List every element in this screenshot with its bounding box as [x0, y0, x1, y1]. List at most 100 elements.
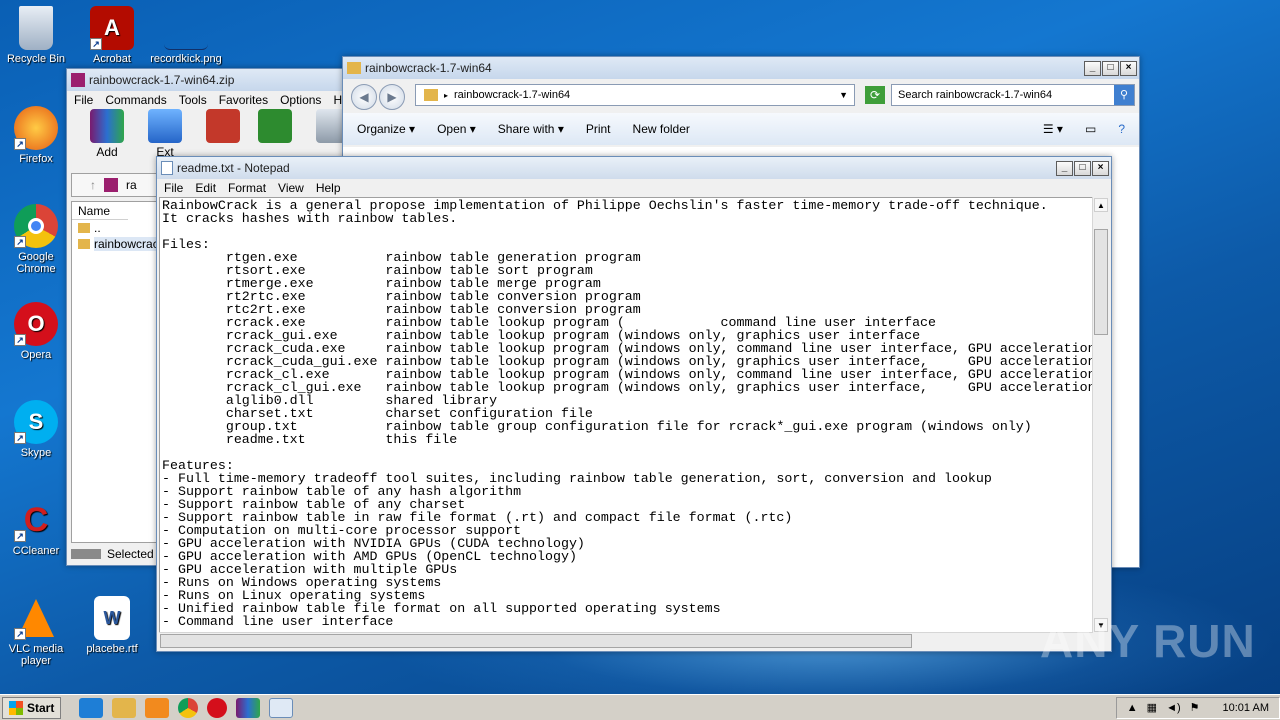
file-explorer-icon[interactable]: [112, 697, 137, 718]
winrar-view-button[interactable]: [253, 109, 297, 145]
command-bar: Organize ▾ Open ▾ Share with ▾ Print New…: [343, 113, 1139, 145]
notepad-titlebar[interactable]: readme.txt - Notepad _ □ ×: [157, 157, 1111, 179]
desktop-icon-recycle-bin[interactable]: Recycle Bin: [0, 6, 72, 65]
organize-button[interactable]: Organize ▾: [357, 122, 415, 136]
chevron-down-icon[interactable]: ▼: [839, 90, 848, 100]
preview-pane-icon[interactable]: ▭: [1085, 122, 1096, 136]
winrar-menu-file[interactable]: File: [69, 93, 98, 107]
archive-add-icon: [90, 109, 124, 143]
winrar-test-button[interactable]: [201, 109, 245, 145]
horizontal-scroll-thumb[interactable]: [160, 634, 912, 648]
address-bar[interactable]: ▸ rainbowcrack-1.7-win64 ▼: [415, 84, 855, 106]
search-icon[interactable]: ⚲: [1114, 85, 1134, 105]
desktop-icon-chrome[interactable]: ↗ Google Chrome: [0, 204, 72, 275]
search-input[interactable]: Search rainbowcrack-1.7-win64 ⚲: [891, 84, 1135, 106]
explorer-titlebar[interactable]: rainbowcrack-1.7-win64 _ □ ×: [343, 57, 1139, 79]
show-hidden-icons-icon[interactable]: ▲: [1127, 702, 1138, 714]
image-file-icon: [164, 6, 208, 50]
close-button[interactable]: ×: [1120, 60, 1137, 76]
winrar-menu-commands[interactable]: Commands: [100, 93, 171, 107]
chrome-icon: ↗: [14, 204, 58, 248]
winrar-extract-button[interactable]: Ext: [143, 109, 187, 159]
recycle-bin-icon: [19, 6, 53, 50]
vertical-scroll-thumb[interactable]: [1094, 229, 1108, 335]
winrar-add-button[interactable]: Add: [85, 109, 129, 159]
winrar-menu-options[interactable]: Options: [275, 93, 326, 107]
folder-icon: [78, 223, 90, 233]
winrar-menu-tools[interactable]: Tools: [174, 93, 212, 107]
maximize-button[interactable]: □: [1102, 60, 1119, 76]
system-tray: ▲ ▦ ◄) ⚑ 10:01 AM: [1115, 696, 1280, 719]
notepad-menu-edit[interactable]: Edit: [190, 181, 221, 195]
readme-text: RainbowCrack is a general propose implem…: [162, 198, 1093, 629]
network-icon[interactable]: ▦: [1147, 701, 1157, 714]
view-options-icon[interactable]: ☰ ▾: [1043, 122, 1063, 136]
notepad-menu-view[interactable]: View: [273, 181, 309, 195]
clipboard-test-icon: [206, 109, 240, 143]
notepad-menu-format[interactable]: Format: [223, 181, 271, 195]
share-with-button[interactable]: Share with ▾: [498, 122, 564, 136]
internet-explorer-icon[interactable]: [79, 697, 104, 718]
folder-title-icon: [347, 62, 361, 74]
winrar-menu-favorites[interactable]: Favorites: [214, 93, 273, 107]
winrar-titlebar[interactable]: rainbowcrack-1.7-win64.zip: [67, 69, 365, 91]
notepad-taskbar-icon[interactable]: [269, 697, 294, 718]
notepad-window[interactable]: readme.txt - Notepad _ □ × File Edit For…: [156, 156, 1112, 652]
archive-small-icon: [104, 178, 118, 192]
firefox-icon: ↗: [14, 106, 58, 150]
desktop-icon-skype[interactable]: S ↗ Skype: [0, 400, 72, 459]
chrome-taskbar-icon[interactable]: [178, 697, 199, 718]
print-button[interactable]: Print: [586, 122, 611, 136]
winrar-taskbar-icon[interactable]: [236, 697, 261, 718]
notepad-text-area[interactable]: RainbowCrack is a general propose implem…: [159, 197, 1093, 633]
column-header-name[interactable]: Name: [72, 202, 128, 220]
acrobat-icon: A ↗: [90, 6, 134, 50]
windows-logo-icon: [9, 700, 23, 715]
drive-icon: [71, 549, 101, 559]
winrar-menubar: File Commands Tools Favorites Options He…: [67, 91, 365, 109]
opera-taskbar-icon[interactable]: [207, 697, 228, 718]
horizontal-scrollbar[interactable]: [159, 632, 1093, 649]
desktop-icon-placebe[interactable]: W placebe.rtf: [76, 596, 148, 655]
folder-icon: [424, 89, 438, 101]
up-arrow-icon[interactable]: ↑: [90, 178, 96, 192]
scroll-up-icon[interactable]: ▲: [1094, 198, 1108, 212]
notepad-menubar: File Edit Format View Help: [157, 179, 1111, 197]
folder-icon: [78, 239, 90, 249]
ccleaner-icon: C ↗: [14, 498, 58, 542]
desktop-icon-opera[interactable]: O ↗ Opera: [0, 302, 72, 361]
open-button[interactable]: Open ▾: [437, 122, 476, 136]
notepad-menu-help[interactable]: Help: [311, 181, 346, 195]
desktop-icon-ccleaner[interactable]: C ↗ CCleaner: [0, 498, 72, 558]
volume-icon[interactable]: ◄): [1166, 702, 1181, 714]
skype-icon: S ↗: [14, 400, 58, 444]
breadcrumb-arrow-icon: ▸: [444, 90, 449, 100]
folder-extract-icon: [148, 109, 182, 143]
notepad-menu-file[interactable]: File: [159, 181, 188, 195]
back-button[interactable]: ◀: [351, 84, 377, 110]
watermark: ANY RUN: [1040, 615, 1256, 667]
clock[interactable]: 10:01 AM: [1223, 702, 1269, 714]
taskbar: Start ▲ ▦ ◄) ⚑ 10:01 AM: [0, 694, 1280, 720]
opera-icon: O ↗: [14, 302, 58, 346]
vertical-scrollbar[interactable]: ▲ ▼: [1092, 197, 1109, 633]
close-button[interactable]: ×: [1092, 160, 1109, 176]
new-folder-button[interactable]: New folder: [633, 122, 690, 136]
desktop-icon-recordkick[interactable]: recordkick.png: [150, 6, 222, 65]
maximize-button[interactable]: □: [1074, 160, 1091, 176]
book-view-icon: [258, 109, 292, 143]
media-player-icon[interactable]: [145, 697, 170, 718]
desktop-icon-vlc[interactable]: ↗ VLC media player: [0, 596, 72, 667]
notepad-app-icon: [161, 161, 173, 175]
minimize-button[interactable]: _: [1084, 60, 1101, 76]
word-document-icon: W: [94, 596, 130, 640]
vlc-icon: ↗: [14, 596, 58, 640]
help-icon[interactable]: ?: [1118, 122, 1125, 136]
action-center-flag-icon[interactable]: ⚑: [1190, 701, 1200, 714]
start-button[interactable]: Start: [2, 696, 62, 719]
refresh-button[interactable]: ⟳: [865, 86, 885, 104]
desktop-icon-firefox[interactable]: ↗ Firefox: [0, 106, 72, 165]
minimize-button[interactable]: _: [1056, 160, 1073, 176]
desktop-icon-acrobat[interactable]: A ↗ Acrobat: [76, 6, 148, 65]
forward-button[interactable]: ▶: [379, 84, 405, 110]
